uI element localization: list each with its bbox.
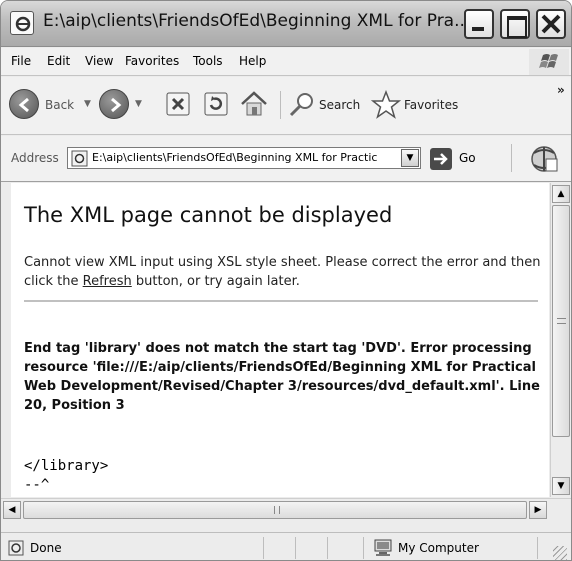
error-heading: The XML page cannot be displayed <box>24 203 393 227</box>
go-arrow-icon <box>434 153 448 165</box>
browser-window: E:\aip\clients\FriendsOfEd\Beginning XML… <box>0 0 572 561</box>
favorites-label[interactable]: Favorites <box>404 98 458 112</box>
address-label: Address <box>11 151 59 165</box>
page-icon <box>71 150 88 167</box>
close-button[interactable] <box>536 9 566 39</box>
menu-file[interactable]: File <box>11 54 31 68</box>
menu-tools[interactable]: Tools <box>193 54 223 68</box>
source-caret: --^ <box>24 477 50 493</box>
title-bar[interactable]: E:\aip\clients\FriendsOfEd\Beginning XML… <box>1 1 571 47</box>
toolbar-overflow-chevron-icon[interactable]: » <box>557 83 565 97</box>
status-divider <box>363 537 364 559</box>
status-text: Done <box>30 541 62 555</box>
vertical-scrollbar[interactable]: ▲ ▼ <box>550 183 570 497</box>
status-divider <box>295 537 296 559</box>
status-divider <box>327 537 328 559</box>
security-zone-label: My Computer <box>398 541 479 555</box>
links-toolbar-icon[interactable] <box>528 143 560 175</box>
divider <box>24 300 538 302</box>
xml-error-message: End tag 'library' does not match the sta… <box>24 341 540 413</box>
window-title: E:\aip\clients\FriendsOfEd\Beginning XML… <box>43 11 471 31</box>
error-description: Cannot view XML input using XSL style sh… <box>24 253 549 291</box>
scroll-left-button[interactable]: ◀ <box>3 501 21 519</box>
minimize-button[interactable] <box>464 9 494 39</box>
menu-favorites[interactable]: Favorites <box>125 54 179 68</box>
page-content: The XML page cannot be displayed Cannot … <box>11 183 549 497</box>
forward-arrow-icon <box>111 97 122 113</box>
scroll-up-button[interactable]: ▲ <box>552 185 570 203</box>
windows-logo-icon <box>529 49 569 75</box>
scroll-grip-icon <box>557 318 566 324</box>
status-divider <box>263 537 264 559</box>
close-icon <box>541 14 561 34</box>
scroll-grip-icon <box>274 506 280 514</box>
back-arrow-icon <box>18 97 29 113</box>
go-label[interactable]: Go <box>459 151 476 165</box>
page-done-icon <box>8 540 24 556</box>
search-label[interactable]: Search <box>319 98 360 112</box>
horizontal-scrollbar[interactable]: ◀ ▶ <box>1 498 571 520</box>
maximize-button[interactable] <box>500 9 530 39</box>
back-dropdown-icon[interactable]: ▼ <box>84 99 91 109</box>
source-line: </library> <box>24 458 109 474</box>
back-button[interactable] <box>9 89 39 119</box>
forward-dropdown-icon[interactable]: ▼ <box>135 99 142 109</box>
toolbar-separator <box>280 91 281 119</box>
status-bar: Done My Computer <box>1 532 571 560</box>
address-dropdown-icon[interactable]: ▼ <box>401 149 419 167</box>
home-icon[interactable] <box>239 89 269 119</box>
toolbar: Back ▼ ▼ Search Favorites » <box>1 77 571 135</box>
menu-edit[interactable]: Edit <box>47 54 70 68</box>
ie-page-icon <box>10 11 34 35</box>
resize-grip-icon[interactable] <box>553 546 567 560</box>
search-icon[interactable] <box>288 91 316 119</box>
address-bar: Address E:\aip\clients\FriendsOfEd\Begin… <box>1 136 571 182</box>
refresh-icon[interactable] <box>203 91 229 117</box>
scroll-down-button[interactable]: ▼ <box>552 477 570 495</box>
error-description-tail: button, or try again later. <box>131 274 300 289</box>
vertical-scroll-thumb[interactable] <box>552 205 570 437</box>
forward-button[interactable] <box>99 89 129 119</box>
stop-icon[interactable] <box>165 91 191 117</box>
address-value: E:\aip\clients\FriendsOfEd\Beginning XML… <box>92 151 378 164</box>
menu-help[interactable]: Help <box>239 54 266 68</box>
status-divider <box>537 537 538 559</box>
back-label[interactable]: Back <box>45 98 74 112</box>
scroll-right-button[interactable]: ▶ <box>529 501 547 519</box>
horizontal-scroll-thumb[interactable] <box>23 501 527 519</box>
menu-bar: File Edit View Favorites Tools Help <box>1 48 571 76</box>
refresh-link[interactable]: Refresh <box>83 274 132 289</box>
go-button[interactable] <box>430 148 452 170</box>
address-input[interactable]: E:\aip\clients\FriendsOfEd\Beginning XML… <box>67 147 421 169</box>
menu-view[interactable]: View <box>85 54 113 68</box>
my-computer-icon <box>374 539 392 556</box>
address-separator <box>511 144 512 172</box>
favorites-star-icon[interactable] <box>371 90 401 120</box>
